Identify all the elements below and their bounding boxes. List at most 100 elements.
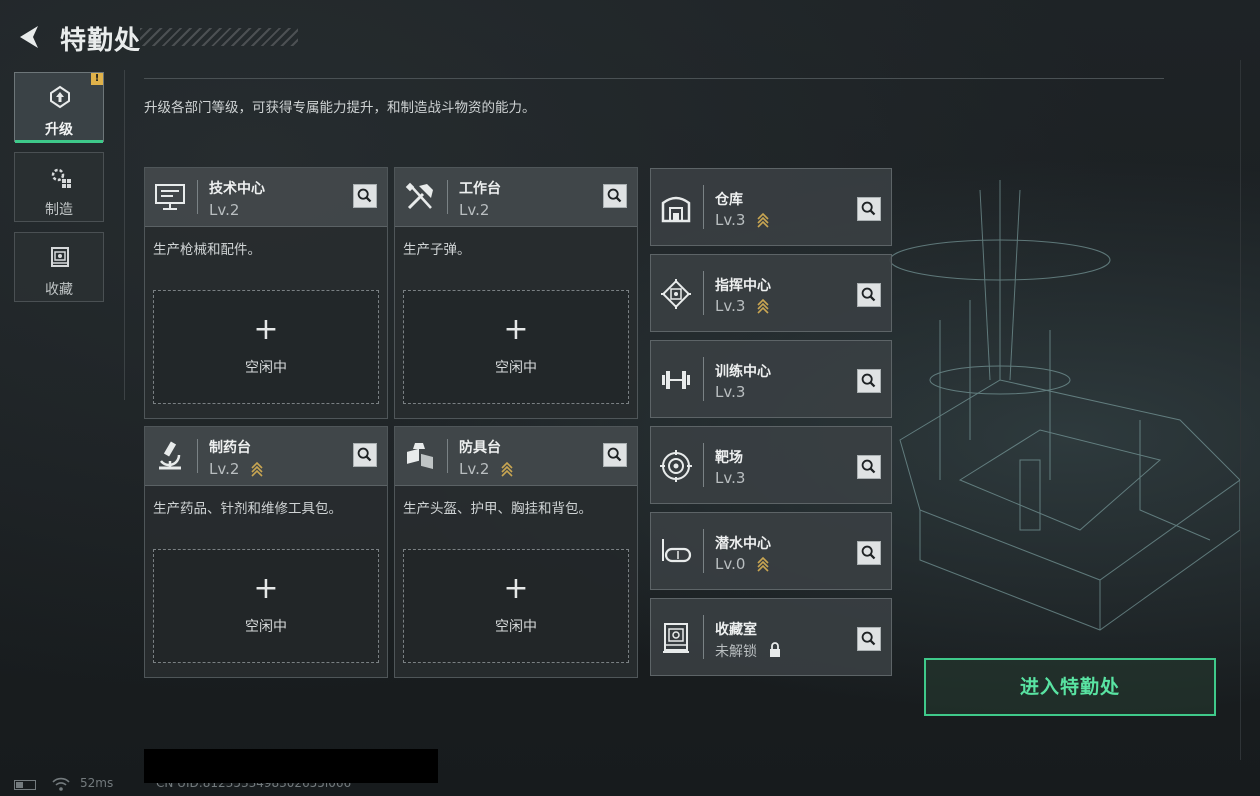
magnifier-icon[interactable] xyxy=(857,369,881,393)
microscope-icon xyxy=(159,441,181,470)
divider xyxy=(703,443,704,487)
divider xyxy=(197,180,198,214)
active-indicator xyxy=(15,140,103,143)
top-bar: 特勤处 xyxy=(0,0,1260,76)
room-name: 潜水中心 xyxy=(715,536,771,552)
facility-name: 制药台 xyxy=(209,440,251,456)
room-name: 仓库 xyxy=(715,192,743,208)
room-command-center[interactable]: 指挥中心 Lv.3 xyxy=(650,254,892,332)
magnifier-icon[interactable] xyxy=(857,541,881,565)
add-icon: + xyxy=(503,571,529,606)
sidebar-tab-craft[interactable]: 制造 xyxy=(14,152,104,222)
ping-readout: 52ms xyxy=(80,776,114,790)
divider xyxy=(703,529,704,573)
production-slot[interactable]: + 空闲中 xyxy=(153,549,379,663)
room-warehouse[interactable]: 仓库 Lv.3 xyxy=(650,168,892,246)
facility-description: 生产枪械和配件。 xyxy=(153,242,261,258)
divider xyxy=(1240,60,1241,760)
dumbbell-icon xyxy=(662,371,690,389)
divider xyxy=(703,357,704,401)
magnifier-icon[interactable] xyxy=(857,627,881,651)
page-title: 特勤处 xyxy=(60,26,142,56)
enter-special-ops-button[interactable]: 进入特勤处 xyxy=(924,658,1216,716)
facility-card-pharmacy: 制药台 Lv.2 生产药品、针剂和维修工具包。 + 空闲中 xyxy=(144,426,388,678)
divider xyxy=(703,271,704,315)
upgrade-available-icon xyxy=(501,461,513,477)
divider xyxy=(703,615,704,659)
room-collection-room[interactable]: 收藏室 未解锁 xyxy=(650,598,892,676)
card-header: 工作台 Lv.2 xyxy=(395,168,637,227)
magnifier-icon[interactable] xyxy=(353,184,377,208)
magnifier-icon[interactable] xyxy=(857,283,881,307)
facility-card-workbench: 工作台 Lv.2 生产子弹。 + 空闲中 xyxy=(394,167,638,419)
room-training-center[interactable]: 训练中心 Lv.3 xyxy=(650,340,892,418)
room-name: 指挥中心 xyxy=(715,278,771,294)
upgrade-available-icon xyxy=(757,212,769,228)
room-name: 收藏室 xyxy=(715,622,757,638)
craft-icon xyxy=(51,168,71,188)
divider xyxy=(144,78,1164,79)
room-lock-status: 未解锁 xyxy=(715,644,757,660)
magnifier-icon[interactable] xyxy=(603,443,627,467)
facility-level: Lv.2 xyxy=(459,460,490,478)
upgrade-available-icon xyxy=(757,556,769,572)
redaction-bar xyxy=(144,749,438,783)
magnifier-icon[interactable] xyxy=(353,443,377,467)
facility-card-armor: 防具台 Lv.2 生产头盔、护甲、胸挂和背包。 + 空闲中 xyxy=(394,426,638,678)
production-slot[interactable]: + 空闲中 xyxy=(403,290,629,404)
upgrade-available-icon xyxy=(251,461,263,477)
sidebar-item-label: 制造 xyxy=(45,202,73,218)
facility-level: Lv.2 xyxy=(459,201,490,219)
armor-icon xyxy=(407,443,433,470)
computer-icon xyxy=(155,184,185,210)
divider xyxy=(197,439,198,473)
facility-description: 生产头盔、护甲、胸挂和背包。 xyxy=(403,501,592,517)
page-description: 升级各部门等级，可获得专属能力提升，和制造战斗物资的能力。 xyxy=(144,100,536,116)
production-slot[interactable]: + 空闲中 xyxy=(153,290,379,404)
divider xyxy=(447,180,448,214)
sidebar-tab-collection[interactable]: 收藏 xyxy=(14,232,104,302)
room-level: Lv.3 xyxy=(715,469,746,487)
divider xyxy=(703,185,704,229)
command-icon xyxy=(661,279,691,309)
sidebar-tab-upgrade[interactable]: ! 升级 xyxy=(14,72,104,143)
room-level: Lv.3 xyxy=(715,211,746,229)
enter-button-label: 进入特勤处 xyxy=(1019,676,1120,698)
tools-icon xyxy=(405,182,433,210)
target-icon xyxy=(660,450,692,482)
upgrade-available-icon xyxy=(757,298,769,314)
vault-icon xyxy=(663,623,689,653)
back-arrow-icon[interactable] xyxy=(14,22,44,52)
add-icon: + xyxy=(253,571,279,606)
magnifier-icon[interactable] xyxy=(857,197,881,221)
diving-mask-icon xyxy=(662,539,692,563)
card-header: 技术中心 Lv.2 xyxy=(145,168,387,227)
room-level: Lv.3 xyxy=(715,383,746,401)
facility-name: 工作台 xyxy=(459,181,501,197)
room-level: Lv.0 xyxy=(715,555,746,573)
divider xyxy=(124,70,125,400)
title-decoration xyxy=(140,28,298,46)
wifi-icon xyxy=(52,777,70,791)
facility-name: 技术中心 xyxy=(209,181,265,197)
magnifier-icon[interactable] xyxy=(857,455,881,479)
magnifier-icon[interactable] xyxy=(603,184,627,208)
collection-icon xyxy=(51,247,69,267)
facility-level: Lv.2 xyxy=(209,460,240,478)
card-header: 防具台 Lv.2 xyxy=(395,427,637,486)
sidebar-item-label: 收藏 xyxy=(45,282,73,298)
upgrade-icon xyxy=(50,85,70,109)
production-slot[interactable]: + 空闲中 xyxy=(403,549,629,663)
room-diving-center[interactable]: 潜水中心 Lv.0 xyxy=(650,512,892,590)
slot-status: 空闲中 xyxy=(245,360,287,376)
room-shooting-range[interactable]: 靶场 Lv.3 xyxy=(650,426,892,504)
lock-icon xyxy=(770,642,780,657)
divider xyxy=(447,439,448,473)
slot-status: 空闲中 xyxy=(245,619,287,635)
room-level: Lv.3 xyxy=(715,297,746,315)
add-icon: + xyxy=(253,312,279,347)
facility-card-tech-center: 技术中心 Lv.2 生产枪械和配件。 + 空闲中 xyxy=(144,167,388,419)
facility-name: 防具台 xyxy=(459,440,501,456)
base-blueprint-illustration xyxy=(889,180,1241,631)
room-name: 训练中心 xyxy=(715,364,771,380)
